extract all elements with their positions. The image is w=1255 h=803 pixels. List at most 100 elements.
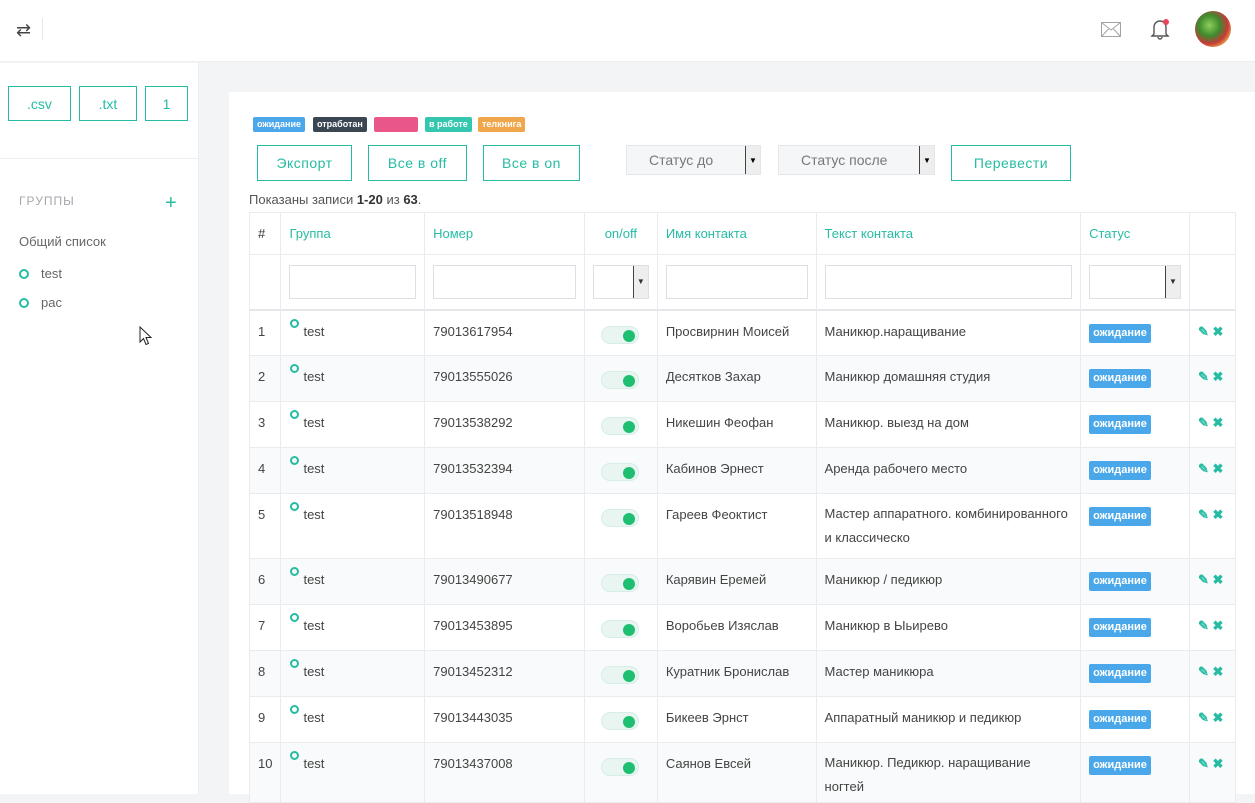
group-item-test[interactable]: test (19, 266, 62, 281)
onoff-filter-select[interactable]: ▼ (592, 264, 649, 299)
delete-icon[interactable]: ✖ (1213, 461, 1224, 477)
edit-icon[interactable]: ✎ (1198, 618, 1209, 634)
row-group: test (280, 696, 426, 743)
onoff-toggle[interactable] (600, 463, 639, 481)
onoff-toggle[interactable] (600, 574, 639, 592)
toggle-knob (622, 421, 635, 433)
onoff-toggle[interactable] (600, 666, 639, 684)
table-row: 3 test 79013538292 Никешин Феофан Маникюр. в… (248, 401, 1237, 448)
all-list-link[interactable]: Общий список (19, 234, 106, 249)
row-name: Гареев Феоктист (656, 493, 817, 559)
status-before-select[interactable]: Статус до ▼ (626, 145, 761, 175)
row-toggle-cell (583, 558, 658, 605)
row-group: test (280, 558, 426, 605)
circle-icon (290, 751, 300, 760)
bell-icon[interactable] (1150, 18, 1170, 40)
swap-icon[interactable]: ⇄ (16, 20, 31, 40)
onoff-toggle[interactable] (600, 620, 639, 638)
delete-icon[interactable]: ✖ (1213, 664, 1224, 680)
row-actions: ✎ ✖ (1188, 401, 1237, 448)
toggle-knob (622, 513, 635, 525)
col-onoff[interactable]: on/off (583, 212, 658, 255)
divider (0, 158, 199, 159)
delete-icon[interactable]: ✖ (1213, 756, 1224, 772)
status-badge: ожидание (1089, 415, 1151, 434)
row-status-cell: ожидание (1080, 493, 1190, 559)
add-group-button[interactable]: + (165, 193, 177, 213)
row-text: Мастер аппаратного. комбинированного и к… (815, 493, 1082, 559)
edit-icon[interactable]: ✎ (1198, 415, 1209, 431)
edit-icon[interactable]: ✎ (1198, 572, 1209, 588)
phone-filter-input[interactable] (433, 264, 576, 299)
csv-button[interactable]: .csv (8, 86, 71, 121)
edit-icon[interactable]: ✎ (1198, 664, 1209, 680)
edit-icon[interactable]: ✎ (1198, 461, 1209, 477)
status-badge: ожидание (1089, 618, 1151, 637)
toggle-knob (622, 467, 635, 479)
onoff-toggle[interactable] (600, 712, 639, 730)
circle-icon (19, 297, 29, 308)
delete-icon[interactable]: ✖ (1213, 618, 1224, 634)
row-actions: ✎ ✖ (1188, 493, 1237, 559)
col-group[interactable]: Группа (280, 212, 426, 255)
row-text: Мастер маникюра (815, 650, 1082, 697)
edit-icon[interactable]: ✎ (1198, 507, 1209, 523)
name-filter-input[interactable] (665, 264, 808, 299)
all-on-button[interactable]: Все в on (483, 145, 580, 181)
delete-icon[interactable]: ✖ (1213, 324, 1224, 340)
group-label: рас (41, 295, 62, 310)
row-name: Просвирнин Моисей (656, 309, 817, 356)
row-status-cell: ожидание (1080, 401, 1190, 448)
edit-icon[interactable]: ✎ (1198, 710, 1209, 726)
row-text: Маникюр. выезд на дом (815, 401, 1082, 448)
onoff-toggle[interactable] (600, 325, 639, 344)
table-row: 8 test 79013452312 Куратник Бронислав Мастер… (248, 650, 1237, 697)
filter-cell (656, 254, 817, 311)
table-row: 9 test 79013443035 Бикеев Эрнст Аппаратный м… (248, 696, 1237, 743)
group-item-pac[interactable]: рас (19, 295, 62, 310)
translate-button[interactable]: Перевести (951, 145, 1071, 181)
row-status-cell: ожидание (1080, 309, 1190, 356)
delete-icon[interactable]: ✖ (1213, 369, 1224, 385)
row-toggle-cell (583, 309, 658, 356)
row-name: Никешин Феофан (656, 401, 817, 448)
export-button[interactable]: Экспорт (257, 145, 352, 181)
delete-icon[interactable]: ✖ (1213, 415, 1224, 431)
onoff-toggle[interactable] (600, 371, 639, 389)
status-after-select[interactable]: Статус после ▼ (778, 145, 935, 175)
status-filter-select[interactable]: ▼ (1089, 264, 1181, 299)
onoff-toggle[interactable] (600, 758, 639, 776)
status-before-label: Статус до (649, 152, 714, 168)
circle-icon (290, 705, 300, 714)
text-filter-input[interactable] (824, 264, 1073, 299)
group-filter-input[interactable] (289, 264, 417, 299)
row-number: 7 (248, 604, 282, 651)
delete-icon[interactable]: ✖ (1213, 710, 1224, 726)
filter-cell (248, 254, 282, 311)
row-group-label: test (303, 507, 325, 522)
row-actions: ✎ ✖ (1188, 447, 1237, 494)
all-off-button[interactable]: Все в off (368, 145, 467, 181)
delete-icon[interactable]: ✖ (1213, 507, 1224, 523)
mail-icon[interactable] (1101, 22, 1121, 37)
legend-in-work: в работе (425, 117, 472, 132)
col-status[interactable]: Статус (1080, 212, 1190, 255)
col-phone[interactable]: Номер (424, 212, 585, 255)
row-number: 5 (248, 493, 282, 559)
edit-icon[interactable]: ✎ (1198, 324, 1209, 340)
edit-icon[interactable]: ✎ (1198, 756, 1209, 772)
row-toggle-cell (583, 355, 658, 402)
onoff-toggle[interactable] (600, 509, 639, 527)
table-row: 1 test 79013617954 Просвирнин Моисей Маникюр… (248, 309, 1237, 356)
onoff-toggle[interactable] (600, 417, 639, 435)
one-button[interactable]: 1 (145, 86, 188, 121)
delete-icon[interactable]: ✖ (1213, 572, 1224, 588)
edit-icon[interactable]: ✎ (1198, 369, 1209, 385)
col-text[interactable]: Текст контакта (815, 212, 1082, 255)
circle-icon (19, 268, 29, 279)
row-number: 4 (248, 447, 282, 494)
avatar[interactable] (1195, 11, 1231, 47)
circle-icon (290, 410, 300, 419)
txt-button[interactable]: .txt (79, 86, 137, 121)
col-name[interactable]: Имя контакта (656, 212, 817, 255)
